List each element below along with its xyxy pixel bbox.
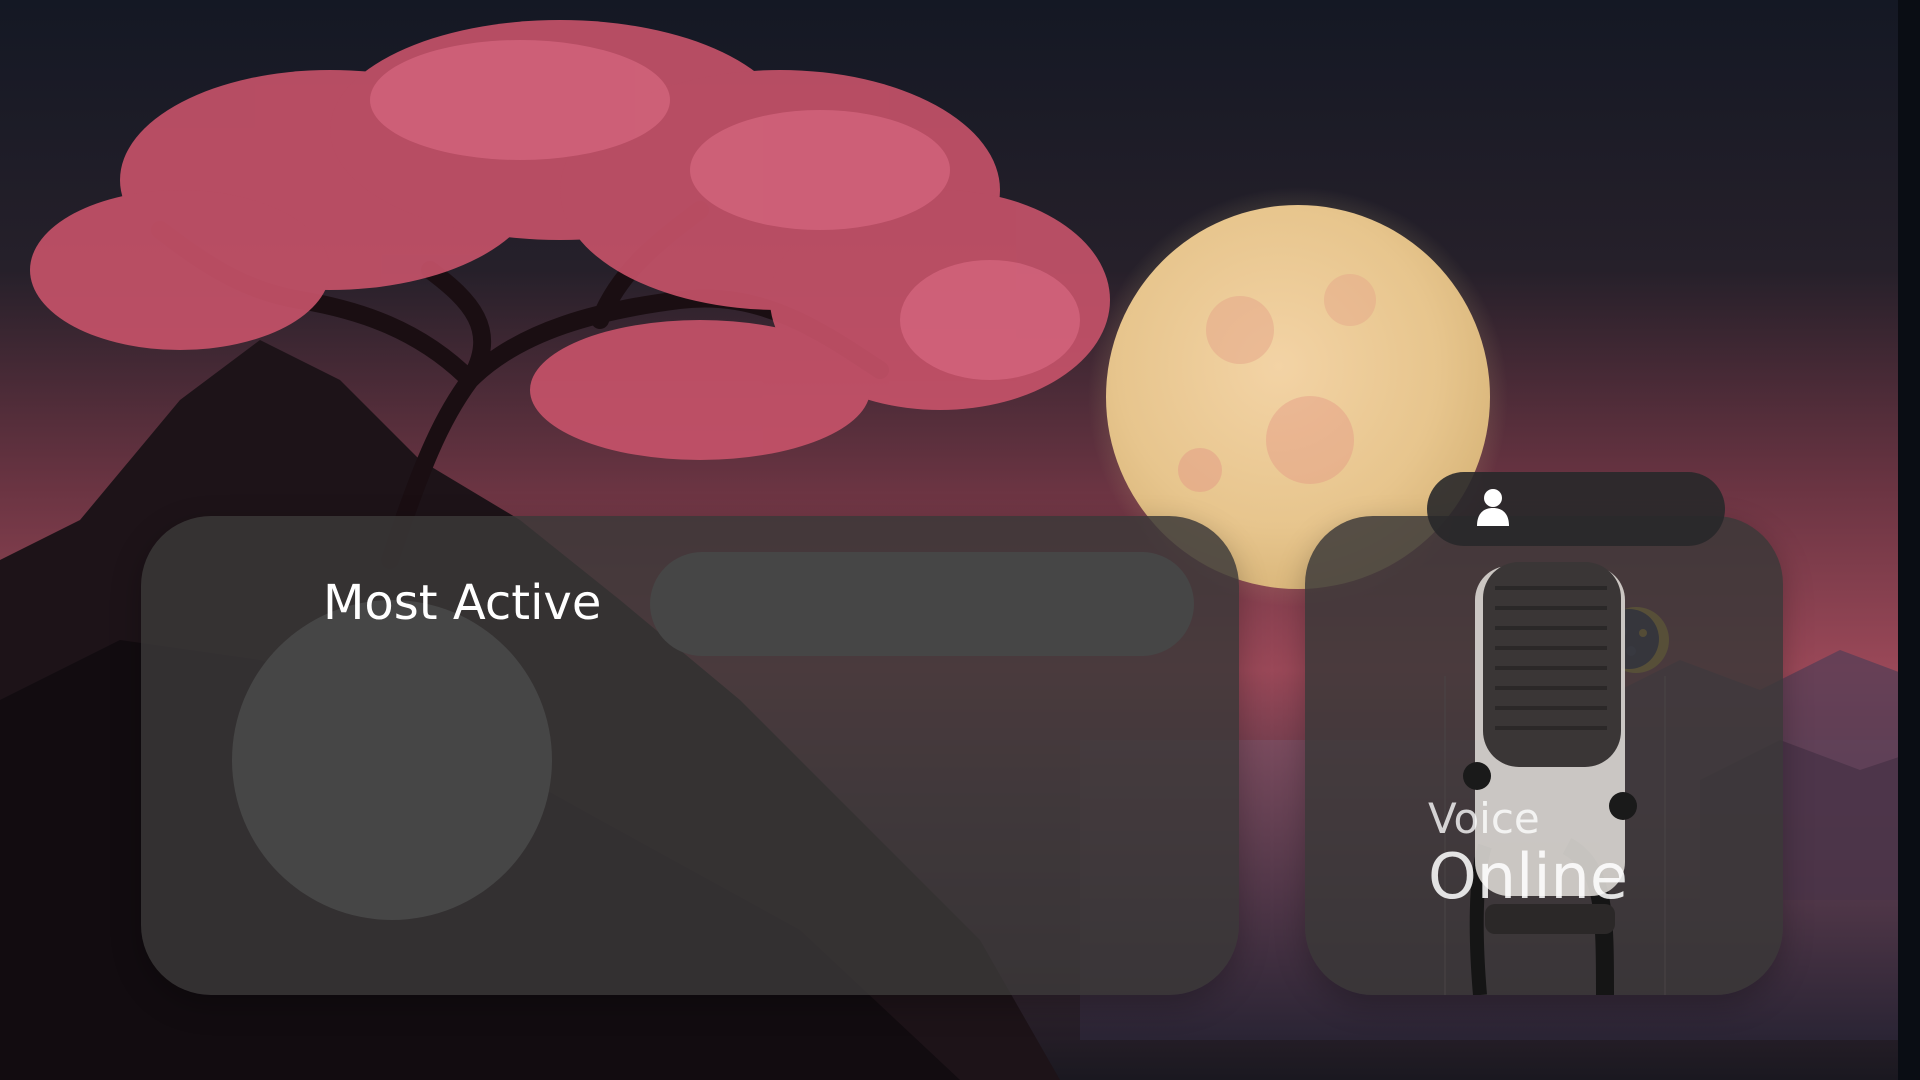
voice-label: Voice: [1428, 794, 1540, 843]
voice-status-text: Voice Online: [1428, 798, 1628, 908]
most-active-pill: [650, 552, 1669, 673]
voice-online-status: Online: [1428, 840, 1628, 913]
microphone-icon: [1444, 562, 1666, 995]
user-pill[interactable]: [1427, 472, 1725, 546]
voice-status-card[interactable]: Voice Online: [1305, 516, 1783, 995]
user-icon: [1477, 489, 1509, 526]
most-active-card: Most Active: [141, 516, 1669, 995]
screen-edge: [1898, 0, 1920, 1080]
avatar-placeholder: [232, 600, 552, 920]
most-active-label: Most Active: [323, 575, 602, 631]
